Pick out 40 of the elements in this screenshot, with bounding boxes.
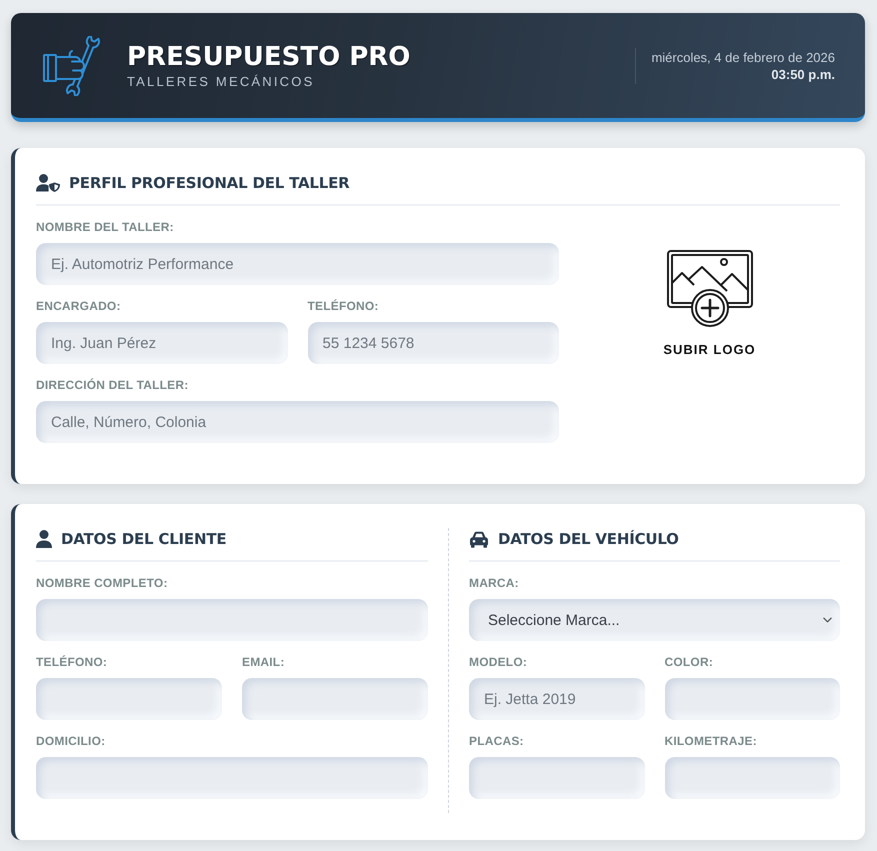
app-title: PRESUPUESTO PRO [127,42,410,72]
text-field[interactable] [242,678,428,720]
user-icon [36,530,52,548]
text-field[interactable] [36,678,222,720]
text-field[interactable]: Ej. Jetta 2019 [469,678,644,720]
caret-icon [823,617,832,623]
section-title: DATOS DEL VEHÍCULO [498,529,679,550]
field-label: KILOMETRAJE: [664,734,758,749]
field-label: TELÉFONO: [36,655,108,670]
upload-logo-button[interactable]: SUBIR LOGO [663,250,756,357]
dropdown-field[interactable]: Seleccione Marca... [469,599,840,641]
field-label: MARCA: [469,576,520,591]
date-text: miércoles, 4 de febrero de 2026 [651,48,835,66]
hand-wrench-icon [42,36,102,96]
text-field[interactable]: Ing. Juan Pérez [36,322,288,364]
field-label: COLOR: [664,655,714,670]
text-field[interactable] [664,678,840,720]
user-shield-icon [36,174,60,192]
field-label: DOMICILIO: [36,734,106,749]
time-text: 03:50 p.m. [771,66,835,82]
text-field[interactable]: Ej. Automotriz Performance [36,243,559,285]
field-label: PLACAS: [469,734,525,749]
section-title: PERFIL PROFESIONAL DEL TALLER [69,173,350,194]
field-label: NOMBRE COMPLETO: [36,576,169,591]
text-field[interactable] [36,599,428,641]
text-field[interactable]: 55 1234 5678 [308,322,559,364]
text-field[interactable]: Calle, Número, Colonia [36,401,559,443]
section-title: DATOS DEL CLIENTE [61,529,226,550]
field-label: DIRECCIÓN DEL TALLER: [36,378,190,393]
text-field[interactable] [664,757,840,799]
car-icon [469,530,489,548]
field-label: ENCARGADO: [36,299,122,314]
field-label: MODELO: [469,655,528,670]
field-label: TELÉFONO: [308,299,380,314]
app-subtitle: TALLERES MECÁNICOS [127,74,314,89]
image-plus-icon [666,250,752,328]
text-field[interactable] [36,757,428,799]
field-label: EMAIL: [242,655,286,670]
text-field[interactable] [469,757,644,799]
field-label: NOMBRE DEL TALLER: [36,220,175,235]
